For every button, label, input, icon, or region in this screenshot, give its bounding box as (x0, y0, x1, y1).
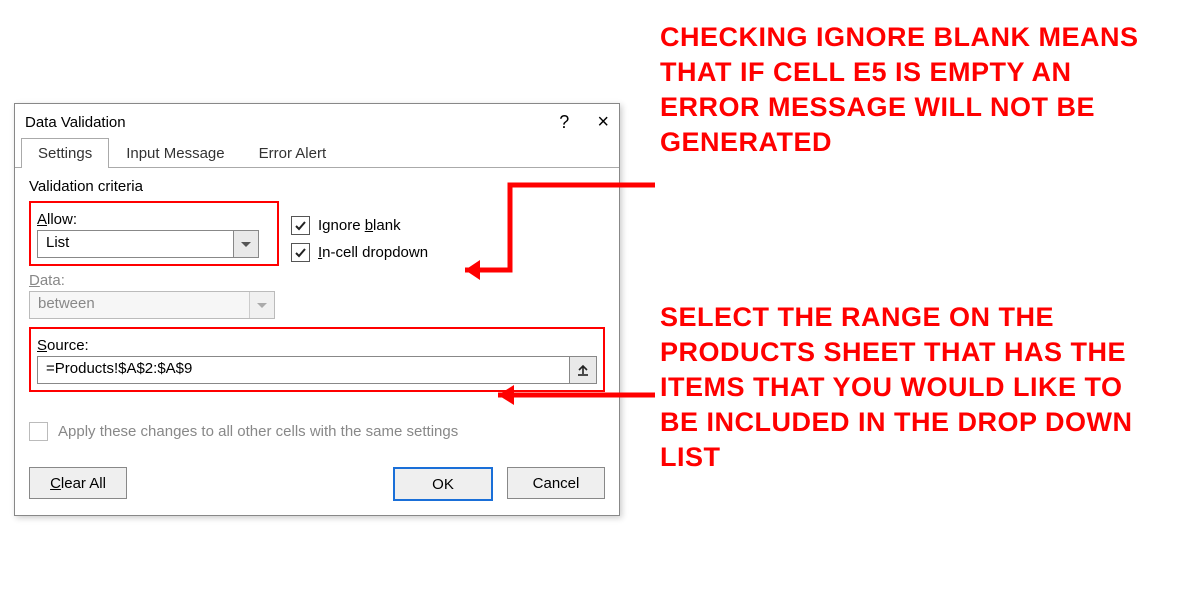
apply-changes-checkbox (29, 422, 48, 441)
chevron-down-icon (257, 303, 267, 308)
ignore-blank-label: Ignore blank (318, 217, 401, 234)
callout-source-range: SELECT THE RANGE ON THE PRODUCTS SHEET T… (660, 300, 1160, 475)
clear-all-button[interactable]: Clear All (29, 467, 127, 499)
checkmark-icon (294, 246, 307, 259)
allow-dropdown-button[interactable] (233, 231, 258, 257)
source-label: Source: (37, 337, 597, 354)
tab-input-message[interactable]: Input Message (109, 138, 241, 168)
callout-ignore-blank: CHECKING IGNORE BLANK MEANS THAT IF CELL… (660, 20, 1160, 160)
incell-dropdown-checkbox[interactable]: In-cell dropdown (291, 243, 428, 262)
cancel-button[interactable]: Cancel (507, 467, 605, 499)
ignore-blank-checkbox[interactable]: Ignore blank (291, 216, 428, 235)
allow-label: Allow: (37, 211, 271, 228)
source-input[interactable]: =Products!$A$2:$A$9 (38, 357, 569, 383)
chevron-down-icon (241, 242, 251, 247)
close-button[interactable]: × (597, 112, 609, 132)
collapse-dialog-icon (576, 363, 590, 377)
tab-error-alert[interactable]: Error Alert (242, 138, 344, 168)
checkbox-box (291, 216, 310, 235)
data-dropdown-value: between (30, 292, 249, 318)
apply-changes-label: Apply these changes to all other cells w… (58, 423, 458, 440)
incell-dropdown-label: In-cell dropdown (318, 244, 428, 261)
allow-block-highlight: Allow: List (29, 201, 279, 266)
tab-body-settings: Validation criteria Allow: List Ignore b… (15, 168, 619, 455)
allow-dropdown[interactable]: List (37, 230, 259, 258)
checkmark-icon (294, 219, 307, 232)
checkbox-box (291, 243, 310, 262)
dialog-title: Data Validation (25, 114, 126, 131)
tab-settings[interactable]: Settings (21, 138, 109, 168)
data-dropdown-button (249, 292, 274, 318)
titlebar: Data Validation ? × (15, 104, 619, 138)
tab-strip: Settings Input Message Error Alert (15, 138, 619, 168)
apply-changes-row: Apply these changes to all other cells w… (29, 422, 605, 441)
source-block-highlight: Source: =Products!$A$2:$A$9 (29, 327, 605, 392)
data-validation-dialog: Data Validation ? × Settings Input Messa… (14, 103, 620, 516)
section-label-validation-criteria: Validation criteria (29, 178, 605, 195)
allow-dropdown-value: List (38, 231, 233, 257)
button-bar: Clear All OK Cancel (15, 455, 619, 515)
source-input-row: =Products!$A$2:$A$9 (37, 356, 597, 384)
data-dropdown: between (29, 291, 275, 319)
titlebar-buttons: ? × (559, 112, 609, 132)
range-picker-button[interactable] (569, 357, 596, 383)
help-button[interactable]: ? (559, 113, 569, 131)
data-label: Data: (29, 272, 605, 289)
ok-button[interactable]: OK (393, 467, 493, 501)
